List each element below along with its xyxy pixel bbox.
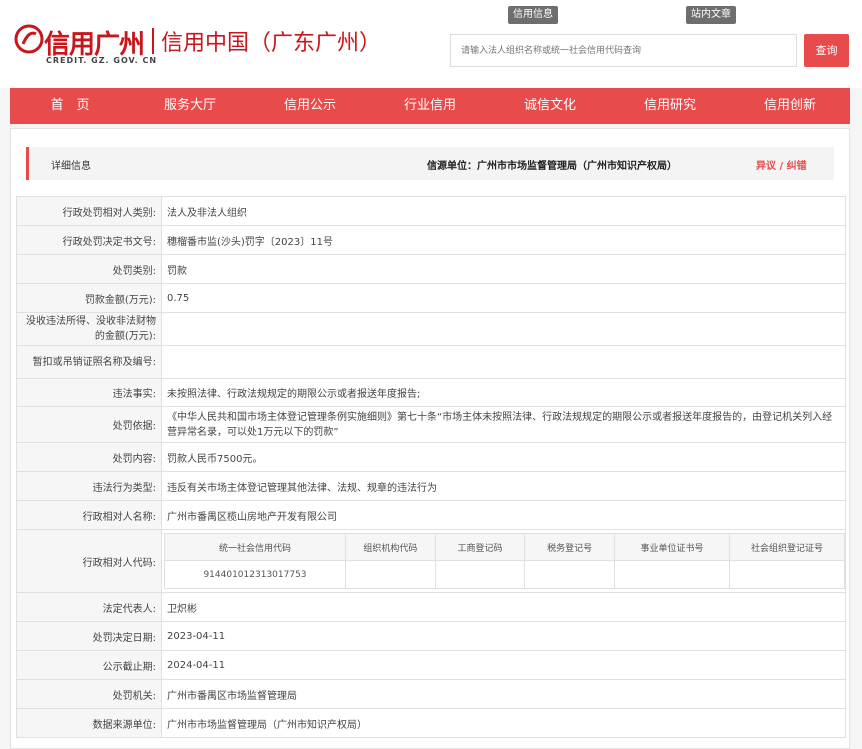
row-label: 处罚内容: [16,442,162,472]
tab-credit-info[interactable]: 信用信息 [508,6,558,24]
nav-home[interactable]: 首 页 [10,88,130,124]
row-value: 0.75 [161,283,846,313]
row-value: 罚款人民币7500元。 [161,442,846,472]
row-value: 违反有关市场主体登记管理其他法律、法规、规章的违法行为 [161,471,846,501]
nav-credit-innovation[interactable]: 信用创新 [730,88,850,124]
row-value: 广州市番禺区市场监督管理局 [161,679,846,709]
row-label: 处罚决定日期: [16,621,162,651]
table-row: 公示截止期: 2024-04-11 [16,650,846,680]
table-row: 数据来源单位: 广州市市场监督管理局（广州市知识产权局） [16,708,846,738]
nav-service-hall[interactable]: 服务大厅 [130,88,250,124]
row-label: 行政处罚决定书文号: [16,225,162,255]
row-value [161,312,846,346]
site-header: 信用广州 信用中国（广东广州） CREDIT. GZ. GOV. CN 信用信息… [0,0,862,88]
table-row: 没收违法所得、没收非法财物的金额(万元): [16,312,846,346]
code-header: 统一社会信用代码 [164,533,346,561]
main-nav: 首 页 服务大厅 信用公示 行业信用 诚信文化 信用研究 信用创新 [10,88,850,124]
row-label: 处罚依据: [16,406,162,443]
code-header: 组织机构代码 [345,533,436,561]
table-row: 处罚决定日期: 2023-04-11 [16,621,846,651]
row-label: 违法行为类型: [16,471,162,501]
row-value: 广州市番禺区榄山房地产开发有限公司 [161,500,846,530]
table-row: 处罚依据: 《中华人民共和国市场主体登记管理条例实施细则》第七十条“市场主体未按… [16,406,846,443]
code-header: 社会组织登记证号 [729,533,845,561]
table-row: 处罚内容: 罚款人民币7500元。 [16,442,846,472]
code-value [614,560,730,589]
nav-integrity-culture[interactable]: 诚信文化 [490,88,610,124]
table-row: 法定代表人: 卫炽彬 [16,592,846,622]
row-value [161,345,846,379]
row-label: 违法事实: [16,378,162,407]
code-value [524,560,615,589]
row-value: 广州市市场监督管理局（广州市知识产权局） [161,708,846,738]
row-label: 数据来源单位: [16,708,162,738]
row-label: 行政相对人名称: [16,500,162,530]
code-value [434,560,526,589]
detail-title: 详细信息 [51,161,91,172]
code-value [345,560,436,589]
table-row: 违法事实: 未按照法律、行政法规规定的期限公示或者报送年度报告; [16,378,846,407]
search-box [450,34,797,67]
code-cell: 统一社会信用代码 组织机构代码 工商登记码 税务登记号 事业单位证书号 社会组织… [161,529,846,593]
table-row: 处罚机关: 广州市番禺区市场监督管理局 [16,679,846,709]
table-row: 行政相对人名称: 广州市番禺区榄山房地产开发有限公司 [16,500,846,530]
row-value: 罚款 [161,254,846,284]
site-domain: CREDIT. GZ. GOV. CN [46,56,158,65]
table-row: 行政相对人代码: 统一社会信用代码 组织机构代码 工商登记码 税务登记号 事业单… [16,529,846,593]
row-label: 公示截止期: [16,650,162,680]
table-row: 处罚类别: 罚款 [16,254,846,284]
table-row: 行政处罚决定书文号: 穗榴番市监(沙头)罚字〔2023〕11号 [16,225,846,255]
row-label: 处罚类别: [16,254,162,284]
row-value: 穗榴番市监(沙头)罚字〔2023〕11号 [161,225,846,255]
search-button[interactable]: 查询 [804,34,849,67]
row-value: 法人及非法人组织 [161,196,846,226]
nav-credit-research[interactable]: 信用研究 [610,88,730,124]
row-label: 行政相对人代码: [16,529,162,593]
tab-site-articles[interactable]: 站内文章 [686,6,736,24]
table-row: 违法行为类型: 违反有关市场主体登记管理其他法律、法规、规章的违法行为 [16,471,846,501]
table-row: 罚款金额(万元): 0.75 [16,283,846,313]
search-input[interactable] [451,35,796,66]
row-value: 卫炽彬 [161,592,846,622]
site-logo-subtitle[interactable]: 信用中国（广东广州） [161,25,381,57]
row-label: 行政处罚相对人类别: [16,196,162,226]
row-value: 2024-04-11 [161,650,846,680]
row-label: 没收违法所得、没收非法财物的金额(万元): [16,312,162,346]
logo-divider [152,28,154,54]
code-value [729,560,845,589]
nav-credit-public[interactable]: 信用公示 [250,88,370,124]
row-label: 暂扣或吊销证照名称及编号: [16,345,162,379]
info-header-bar: 详细信息 信源单位：广州市市场监督管理局（广州市知识产权局） 异议 / 纠错 [26,147,834,180]
table-row: 行政处罚相对人类别: 法人及非法人组织 [16,196,846,226]
row-value: 未按照法律、行政法规规定的期限公示或者报送年度报告; [161,378,846,407]
code-header: 税务登记号 [524,533,615,561]
row-label: 处罚机关: [16,679,162,709]
row-label: 法定代表人: [16,592,162,622]
objection-link[interactable]: 异议 / 纠错 [756,157,807,172]
nav-industry-credit[interactable]: 行业信用 [370,88,490,124]
row-label: 罚款金额(万元): [16,283,162,313]
code-header: 事业单位证书号 [614,533,730,561]
code-header: 工商登记码 [434,533,526,561]
code-value: 914401012313017753 [164,560,346,589]
credit-logo-icon [14,24,44,54]
row-value: 《中华人民共和国市场主体登记管理条例实施细则》第七十条“市场主体未按照法律、行政… [161,406,846,443]
row-value: 2023-04-11 [161,621,846,651]
penalty-detail-table: 行政处罚相对人类别: 法人及非法人组织 行政处罚决定书文号: 穗榴番市监(沙头)… [16,196,846,738]
code-subtable: 统一社会信用代码 组织机构代码 工商登记码 税务登记号 事业单位证书号 社会组织… [164,533,845,589]
source-unit: 信源单位：广州市市场监督管理局（广州市知识产权局） [427,161,677,172]
table-row: 暂扣或吊销证照名称及编号: [16,345,846,379]
detail-panel: 详细信息 信源单位：广州市市场监督管理局（广州市知识产权局） 异议 / 纠错 行… [10,128,850,749]
